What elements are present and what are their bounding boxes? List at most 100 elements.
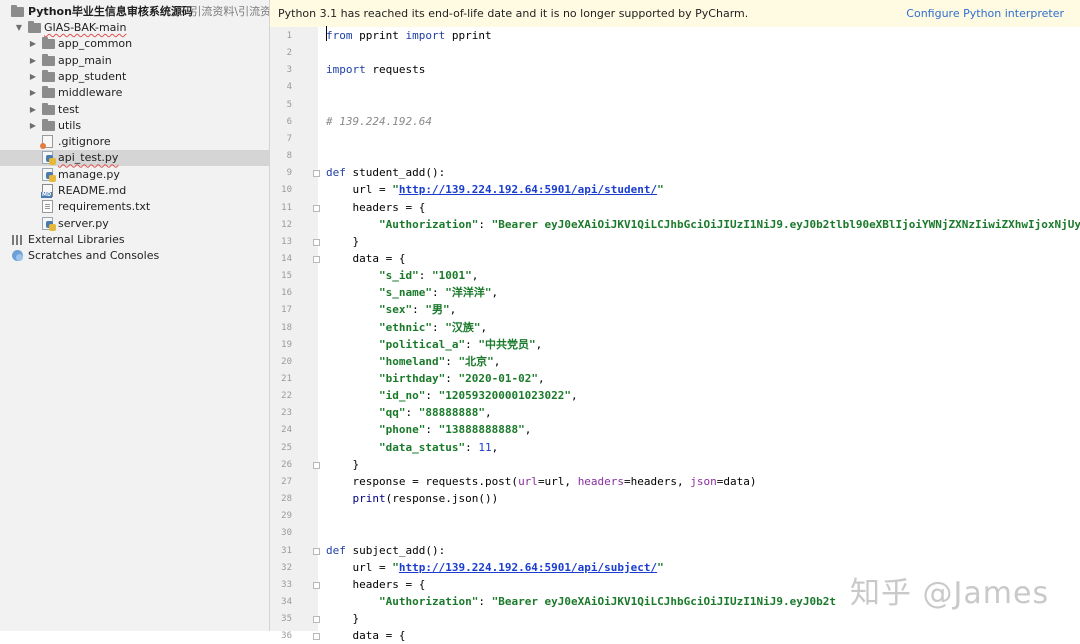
tree-item[interactable]: ▶ test [0, 102, 269, 118]
tree-item-label: app_student [58, 69, 127, 83]
fold-marker-icon[interactable] [313, 633, 320, 641]
tree-item[interactable]: .gitignore [0, 134, 269, 150]
code-line[interactable]: headers = { [326, 576, 425, 593]
tree-item[interactable]: ▶ app_main [0, 53, 269, 69]
scratches-icon [12, 250, 23, 262]
chevron-right-icon[interactable]: ▶ [28, 69, 38, 85]
line-number: 3 [286, 65, 292, 76]
code-line[interactable]: "phone": "13888888888", [326, 421, 531, 438]
line-number: 8 [286, 151, 292, 162]
code-line[interactable]: url = "http://139.224.192.64:5901/api/st… [326, 181, 663, 198]
line-number: 22 [281, 391, 292, 402]
tree-item[interactable]: ▶ app_student [0, 69, 269, 85]
line-number: 17 [281, 305, 292, 316]
line-number: 21 [281, 374, 292, 384]
code-line[interactable]: "qq": "88888888", [326, 404, 492, 421]
code-line[interactable]: "sex": "男", [326, 301, 456, 318]
code-line[interactable]: data = { [326, 250, 405, 267]
tree-item[interactable]: ▶ app_common [0, 36, 269, 52]
fold-marker-icon[interactable] [313, 616, 320, 624]
chevron-right-icon[interactable]: ▶ [28, 36, 38, 52]
tree-item[interactable]: ▶ utils [0, 118, 269, 134]
line-number: 26 [281, 459, 292, 470]
code-line[interactable]: "s_name": "洋洋洋", [326, 284, 498, 301]
code-line[interactable]: } [326, 233, 359, 250]
chevron-down-icon[interactable]: ▼ [14, 20, 24, 36]
fold-marker-icon[interactable] [313, 581, 320, 589]
python-file-icon [42, 151, 56, 166]
chevron-right-icon[interactable]: ▶ [28, 53, 38, 69]
code-line[interactable]: response = requests.post(url=url, header… [326, 473, 756, 490]
fold-marker-icon[interactable] [313, 170, 320, 178]
line-number: 29 [281, 511, 292, 522]
code-line[interactable]: "data_status": 11, [326, 439, 498, 456]
line-number: 7 [286, 133, 292, 144]
folder-icon [42, 118, 55, 131]
code-line[interactable]: url = "http://139.224.192.64:5901/api/su… [326, 559, 663, 576]
line-number: 32 [281, 562, 292, 573]
line-number: 28 [281, 494, 292, 505]
watermark: 知乎 @James [850, 576, 1050, 611]
code-line[interactable]: "ethnic": "汉族", [326, 319, 487, 336]
code-line[interactable]: "birthday": "2020-01-02", [326, 370, 545, 387]
code-line[interactable]: def subject_add(): [326, 542, 445, 559]
tree-item[interactable]: server.py [0, 216, 269, 232]
line-number: 19 [281, 339, 292, 350]
code-line[interactable]: print(response.json()) [326, 490, 499, 507]
code-line[interactable]: "homeland": "北京", [326, 353, 500, 370]
code-line[interactable]: "Authorization": "Bearer eyJ0eXAiOiJKV1Q… [326, 593, 836, 610]
code-line[interactable]: } [326, 610, 359, 627]
tree-item[interactable]: ▼ GIAS-BAK-main [0, 20, 269, 36]
folder-icon [42, 37, 55, 50]
eol-notification-banner: Python 3.1 has reached its end-of-life d… [270, 0, 1080, 28]
project-root-label: Python毕业生信息审核系统源码 [28, 5, 193, 18]
tree-item[interactable]: requirements.txt [0, 199, 269, 215]
tree-item-label: app_common [58, 37, 133, 51]
fold-marker-icon[interactable] [313, 461, 320, 469]
code-line[interactable]: import requests [326, 61, 425, 78]
tree-item-label: Scratches and Consoles [28, 249, 160, 263]
line-number: 2 [286, 48, 292, 59]
code-line[interactable]: "political_a": "中共党员", [326, 336, 542, 353]
code-line[interactable]: } [326, 456, 359, 473]
code-line[interactable]: # 139.224.192.64 [326, 113, 432, 130]
folder-icon [42, 86, 55, 99]
tree-item-label: manage.py [58, 167, 120, 181]
fold-marker-icon[interactable] [313, 547, 320, 555]
tree-item-label: GIAS-BAK-main [44, 21, 127, 34]
project-root[interactable]: Python毕业生信息审核系统源码 E:\引流资料\引流资料 [0, 4, 269, 20]
code-line[interactable]: "id_no": "120593200001023022", [326, 387, 578, 404]
chevron-right-icon[interactable]: ▶ [28, 102, 38, 118]
tree-item[interactable]: manage.py [0, 167, 269, 183]
code-line[interactable]: "s_id": "1001", [326, 267, 478, 284]
code-line[interactable]: "Authorization": "Bearer eyJ0eXAiOiJKV1Q… [326, 216, 1080, 233]
text-caret [326, 26, 327, 41]
fold-marker-icon[interactable] [313, 255, 320, 263]
tree-item[interactable]: Scratches and Consoles [0, 248, 269, 264]
fold-marker-icon[interactable] [313, 238, 320, 246]
code-line[interactable]: headers = { [326, 199, 425, 216]
code-line[interactable]: from pprint import pprint [326, 27, 492, 44]
code-line[interactable]: data = { [326, 627, 405, 644]
line-number: 27 [281, 476, 292, 487]
tree-item-label: app_main [58, 53, 112, 67]
fold-marker-icon[interactable] [313, 204, 320, 212]
tree-item[interactable]: README.md [0, 183, 269, 199]
folder-icon [28, 21, 41, 33]
line-number: 12 [281, 219, 292, 230]
configure-interpreter-link[interactable]: Configure Python interpreter [906, 0, 1064, 27]
tree-item[interactable]: ▶ middleware [0, 85, 269, 101]
tree-item-label: server.py [58, 216, 109, 230]
chevron-right-icon[interactable]: ▶ [28, 85, 38, 101]
tree-item[interactable]: External Libraries [0, 232, 269, 248]
line-number: 4 [286, 82, 292, 93]
python-file-icon [42, 167, 56, 182]
line-number: 34 [281, 596, 292, 607]
chevron-right-icon[interactable]: ▶ [28, 118, 38, 134]
tree-item-label: middleware [58, 86, 123, 100]
line-number: 14 [281, 253, 292, 264]
tree-item[interactable]: api_test.py [0, 150, 269, 167]
tree-item-label: README.md [58, 184, 127, 197]
line-number: 13 [281, 236, 292, 247]
code-line[interactable]: def student_add(): [326, 164, 445, 181]
